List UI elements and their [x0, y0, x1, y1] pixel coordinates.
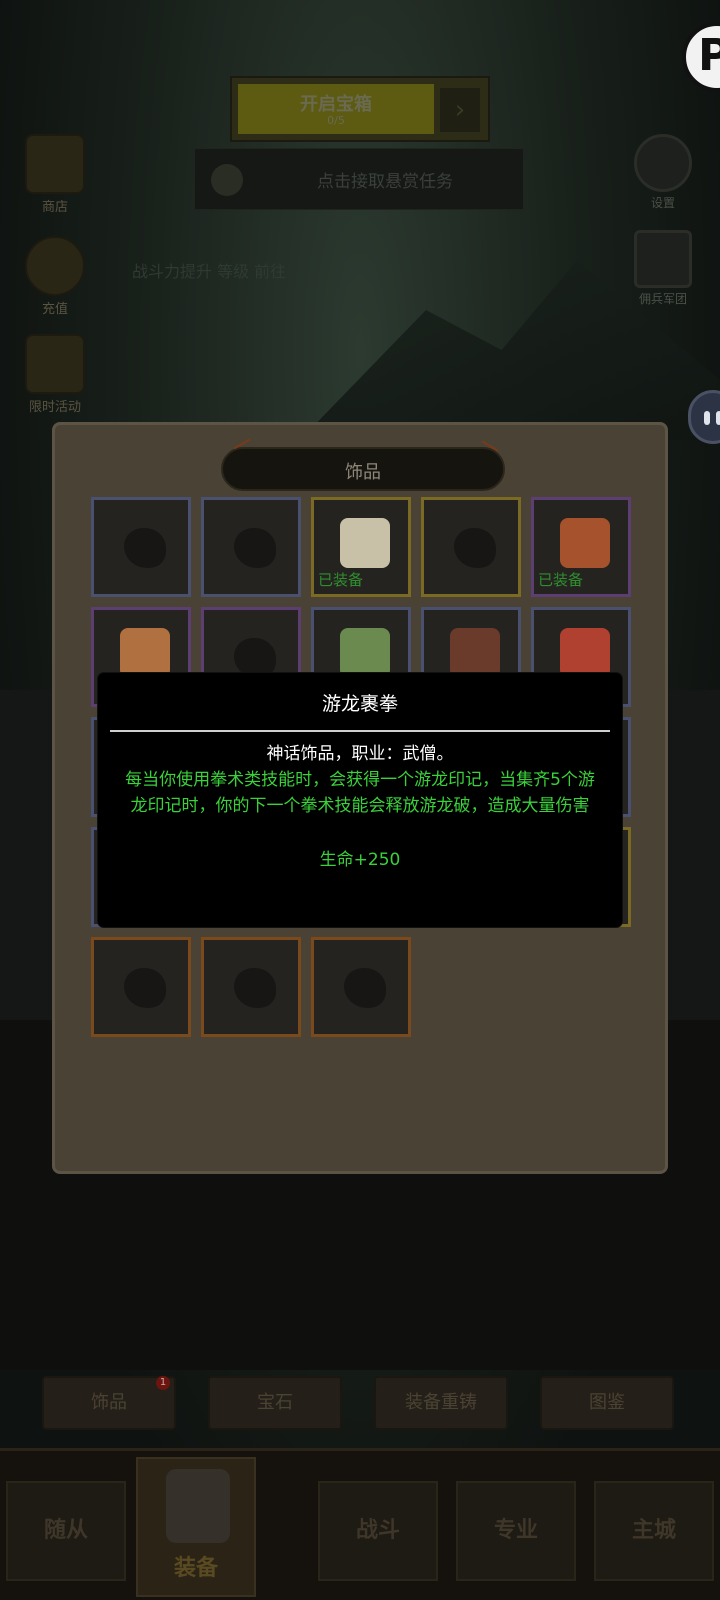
assistant-eye-left [704, 411, 710, 425]
castle-icon [634, 230, 692, 288]
accessory-item-icon [340, 518, 390, 568]
accessory-item-icon [340, 628, 390, 678]
event-button[interactable]: 限时活动 [10, 334, 100, 415]
tab-codex[interactable]: 图鉴 [540, 1376, 674, 1430]
panel-header: 饰品 [221, 447, 505, 491]
chest-icon [25, 134, 85, 194]
accessory-slot[interactable]: 已装备 [531, 497, 631, 597]
settings-button[interactable]: 设置 [618, 134, 708, 211]
tab-codex-label: 图鉴 [589, 1392, 625, 1413]
tab-gem[interactable]: 宝石 [208, 1376, 342, 1430]
panel-action-row: 饰品 1 宝石 装备重铸 图鉴 [0, 1376, 720, 1434]
equipped-label: 已装备 [318, 571, 364, 589]
task-coin-icon [211, 164, 243, 196]
item-tooltip: 游龙裹拳 神话饰品，职业：武僧。 每当你使用拳术类技能时，会获得一个游龙印记，当… [98, 673, 622, 927]
settings-label: 设置 [650, 196, 675, 210]
chest-progress-banner[interactable]: 开启宝箱 0/5 › [230, 76, 490, 142]
bounty-task-button[interactable]: 点击接取悬赏任务 [194, 148, 524, 210]
tab-reforge-label: 装备重铸 [405, 1392, 477, 1413]
notification-badge: 1 [156, 1376, 170, 1390]
accessory-item-icon [560, 628, 610, 678]
banner-progress: 0/5 [327, 114, 345, 127]
tab-reforge[interactable]: 装备重铸 [374, 1376, 508, 1430]
accessory-item-icon [560, 518, 610, 568]
assistant-eye-right [716, 411, 720, 425]
tab-accessory[interactable]: 饰品 1 [42, 1376, 176, 1430]
banner-title: 开启宝箱 [300, 94, 372, 115]
empty-slot-silhouette-icon [234, 968, 276, 1008]
empty-slot-silhouette-icon [234, 528, 276, 568]
nav-battle-label: 战斗 [355, 1518, 400, 1543]
nav-followers[interactable]: 随从 [6, 1481, 126, 1581]
tab-gem-label: 宝石 [257, 1392, 293, 1413]
recharge-label: 充值 [41, 302, 68, 317]
item-description: 每当你使用拳术类技能时，会获得一个游龙印记，当集齐5个游龙印记时，你的下一个拳术… [125, 770, 595, 816]
empty-slot-silhouette-icon [234, 638, 276, 678]
recharge-button[interactable]: 充值 [10, 236, 100, 317]
bottom-nav-bar: 随从 装备 战斗 专业 主城 [0, 1448, 720, 1600]
shop-button[interactable]: 商店 [10, 134, 100, 215]
nav-battle[interactable]: 战斗 [318, 1481, 438, 1581]
legion-label: 佣兵军团 [638, 292, 687, 306]
accessory-slot[interactable]: 已装备 [311, 497, 411, 597]
item-name: 游龙裹拳 [321, 693, 398, 715]
accessory-slot[interactable] [421, 497, 521, 597]
empty-slot-silhouette-icon [124, 528, 166, 568]
empty-slot-silhouette-icon [344, 968, 386, 1008]
task-button-label: 点击接取悬赏任务 [317, 172, 453, 192]
empty-slot-silhouette-icon [124, 968, 166, 1008]
shop-label: 商店 [41, 200, 68, 215]
panel-title: 饰品 [345, 462, 381, 483]
event-label: 限时活动 [28, 400, 81, 415]
accessory-slot[interactable] [201, 937, 301, 1037]
nav-followers-label: 随从 [43, 1518, 88, 1543]
nav-city-label: 主城 [631, 1518, 676, 1543]
nav-city[interactable]: 主城 [594, 1481, 714, 1581]
accessory-slot[interactable] [91, 937, 191, 1037]
nav-profession-label: 专业 [493, 1518, 538, 1543]
accessory-slot[interactable] [311, 937, 411, 1037]
gear-icon [634, 134, 692, 192]
nav-equipment[interactable]: 装备 [136, 1457, 256, 1597]
armor-icon [25, 334, 85, 394]
chevron-right-icon[interactable]: › [440, 88, 480, 132]
equipped-label: 已装备 [538, 571, 584, 589]
banner-fill: 开启宝箱 0/5 [238, 84, 434, 134]
accessory-item-icon [450, 628, 500, 678]
item-type-line: 神话饰品，职业：武僧。 [266, 744, 454, 764]
item-stat: 生命+250 [319, 850, 401, 870]
coin-icon [25, 236, 85, 296]
nav-equipment-label: 装备 [173, 1556, 218, 1581]
nav-profession[interactable]: 专业 [456, 1481, 576, 1581]
accessory-slot[interactable] [91, 497, 191, 597]
legion-button[interactable]: 佣兵军团 [618, 230, 708, 307]
vest-icon [166, 1469, 230, 1543]
accessory-slot[interactable] [201, 497, 301, 597]
tooltip-divider [110, 730, 610, 732]
tab-accessory-label: 饰品 [91, 1392, 127, 1413]
accessory-item-icon [120, 628, 170, 678]
background-status-text: 战斗力提升 等级 前往 [132, 262, 287, 281]
empty-slot-silhouette-icon [454, 528, 496, 568]
